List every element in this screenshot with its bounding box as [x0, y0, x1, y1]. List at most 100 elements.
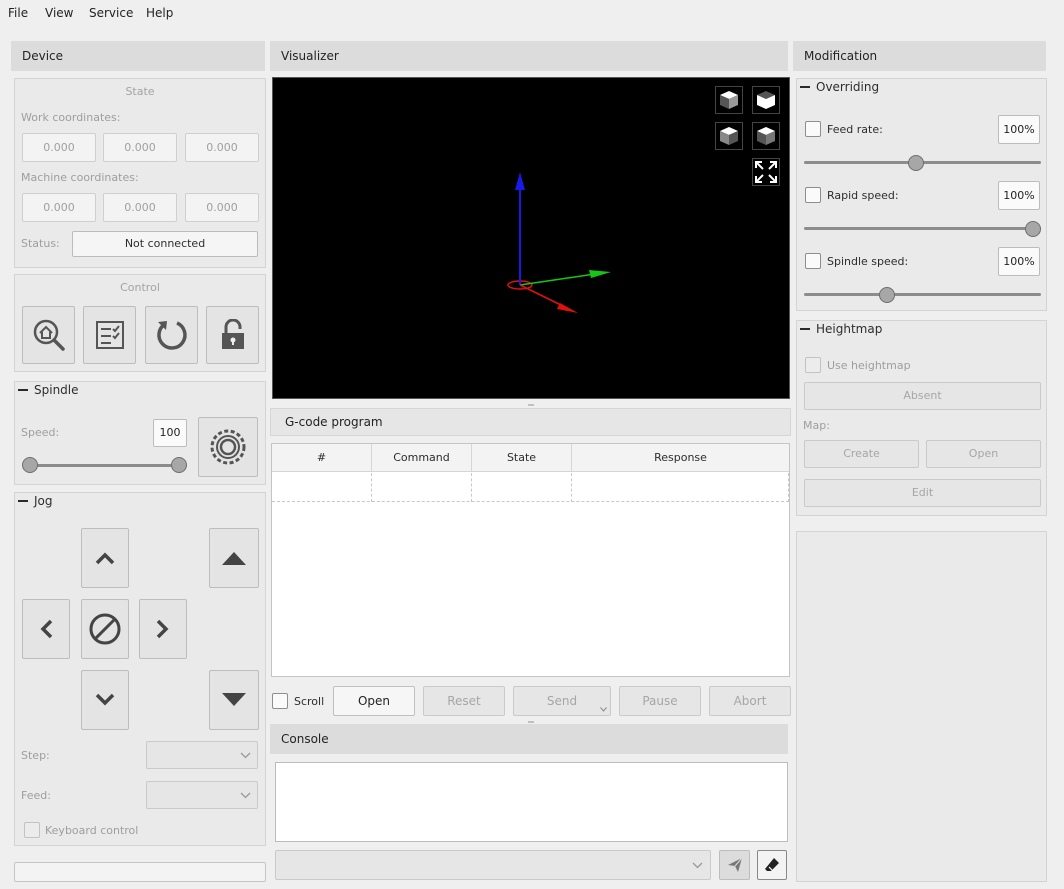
column-index[interactable]: #	[272, 444, 372, 472]
unlock-icon	[221, 319, 244, 349]
view-fit-button[interactable]	[752, 158, 780, 186]
reset-button[interactable]	[145, 306, 198, 364]
gcode-pause-button[interactable]: Pause	[619, 686, 701, 716]
scroll-label: Scroll	[294, 695, 325, 708]
empty-panel	[796, 531, 1047, 882]
menu-bar: File View Service Help	[0, 0, 1064, 26]
gcode-abort-button[interactable]: Abort	[709, 686, 791, 716]
gcode-open-button[interactable]: Open	[333, 686, 415, 716]
machine-x-field: 0.000	[22, 193, 96, 222]
spindle-speed-slider-track[interactable]	[23, 464, 187, 467]
heightmap-group-title: Heightmap	[816, 322, 883, 336]
jog-z-minus-button[interactable]	[209, 670, 259, 730]
spindle-max-handle[interactable]	[171, 457, 187, 473]
work-coordinates-label: Work coordinates:	[21, 111, 121, 124]
cube-top-icon	[757, 91, 775, 109]
gcode-reset-button[interactable]: Reset	[423, 686, 505, 716]
work-z-field: 0.000	[185, 133, 259, 162]
gcode-send-button[interactable]: Send	[513, 686, 611, 716]
jog-step-combo[interactable]	[146, 741, 258, 769]
heightmap-edit-button[interactable]: Edit	[804, 479, 1041, 507]
gcode-group-title: G-code program	[270, 408, 791, 436]
spindle-speed-slider[interactable]	[804, 293, 1041, 296]
stop-icon	[89, 613, 121, 645]
reset-arrow-icon	[156, 321, 187, 350]
triangle-up-icon	[222, 552, 246, 565]
overriding-collapse-icon[interactable]	[800, 86, 810, 88]
view-left-button[interactable]	[752, 122, 780, 150]
rapid-speed-slider[interactable]	[804, 227, 1041, 230]
send-label: Send	[546, 694, 578, 708]
spindle-toggle-button[interactable]	[198, 417, 258, 477]
column-response[interactable]: Response	[572, 444, 789, 472]
menu-help[interactable]: Help	[146, 6, 173, 20]
column-command[interactable]: Command	[372, 444, 472, 472]
jog-y-plus-button[interactable]	[81, 528, 129, 588]
keyboard-control-checkbox[interactable]	[24, 822, 40, 838]
rapid-speed-field[interactable]: 100%	[998, 181, 1040, 210]
check-button[interactable]	[83, 306, 136, 364]
jog-collapse-icon[interactable]	[18, 500, 28, 502]
machine-coordinates-label: Machine coordinates:	[21, 171, 139, 184]
menu-service[interactable]: Service	[89, 6, 133, 20]
view-top-button[interactable]	[752, 86, 780, 114]
jog-z-plus-button[interactable]	[209, 528, 259, 588]
feed-rate-field[interactable]: 100%	[998, 115, 1040, 144]
jog-stop-button[interactable]	[81, 599, 129, 659]
rapid-speed-slider-handle[interactable]	[1025, 221, 1041, 237]
jog-feed-combo[interactable]	[146, 781, 258, 809]
control-group-title: Control	[120, 281, 160, 294]
spindle-speed-field[interactable]: 100	[153, 419, 187, 447]
splitter-handle[interactable]	[528, 404, 534, 406]
home-button[interactable]	[22, 306, 75, 364]
heightmap-open-button[interactable]: Open	[926, 440, 1041, 468]
jog-step-label: Step:	[21, 749, 50, 762]
cube-front-icon	[720, 127, 738, 145]
state-group-title: State	[125, 85, 155, 98]
status-bar-field	[14, 862, 266, 882]
console-clear-button[interactable]	[757, 850, 787, 880]
status-label: Status:	[21, 237, 60, 250]
jog-x-minus-button[interactable]	[22, 599, 70, 659]
spindle-speed-label: Speed:	[21, 426, 60, 439]
heightmap-create-button[interactable]: Create	[804, 440, 919, 468]
jog-group-title: Jog	[34, 494, 53, 508]
use-heightmap-checkbox[interactable]	[805, 357, 821, 373]
unlock-button[interactable]	[206, 306, 259, 364]
chevron-up-icon	[95, 552, 115, 565]
spindle-collapse-icon[interactable]	[18, 389, 28, 391]
view-iso-button[interactable]	[715, 86, 743, 114]
work-y-field: 0.000	[103, 133, 177, 162]
spindle-speed-checkbox[interactable]	[805, 253, 821, 269]
spindle-min-handle[interactable]	[22, 457, 38, 473]
console-send-button[interactable]	[719, 850, 750, 880]
jog-y-minus-button[interactable]	[81, 670, 129, 730]
splitter-handle[interactable]	[528, 721, 534, 723]
cube-left-icon	[757, 127, 775, 145]
view-front-button[interactable]	[715, 122, 743, 150]
heightmap-collapse-icon[interactable]	[800, 328, 810, 330]
menu-view[interactable]: View	[45, 6, 73, 20]
heightmap-group: Heightmap Use heightmap Absent Map: Crea…	[796, 320, 1047, 516]
chevron-down-icon	[692, 862, 703, 869]
status-badge: Not connected	[72, 231, 258, 257]
feed-rate-checkbox[interactable]	[805, 121, 821, 137]
rapid-speed-label: Rapid speed:	[827, 189, 899, 202]
map-label: Map:	[803, 419, 830, 432]
spindle-speed-field[interactable]: 100%	[998, 247, 1040, 276]
menu-file[interactable]: File	[8, 6, 28, 20]
use-heightmap-label: Use heightmap	[827, 359, 911, 372]
jog-x-plus-button[interactable]	[139, 599, 187, 659]
overriding-group: Overriding Feed rate: 100% Rapid speed: …	[796, 78, 1047, 311]
scroll-checkbox[interactable]	[272, 693, 288, 709]
console-output[interactable]	[275, 762, 788, 842]
gcode-table[interactable]: # Command State Response	[271, 443, 790, 677]
visualizer-canvas[interactable]	[272, 77, 790, 399]
spindle-speed-slider-handle[interactable]	[879, 287, 896, 303]
triangle-down-icon	[222, 693, 246, 706]
rapid-speed-checkbox[interactable]	[805, 187, 821, 203]
column-state[interactable]: State	[472, 444, 572, 472]
feed-rate-slider-handle[interactable]	[907, 155, 924, 171]
table-row[interactable]	[272, 473, 789, 502]
console-command-combo[interactable]	[275, 850, 711, 880]
